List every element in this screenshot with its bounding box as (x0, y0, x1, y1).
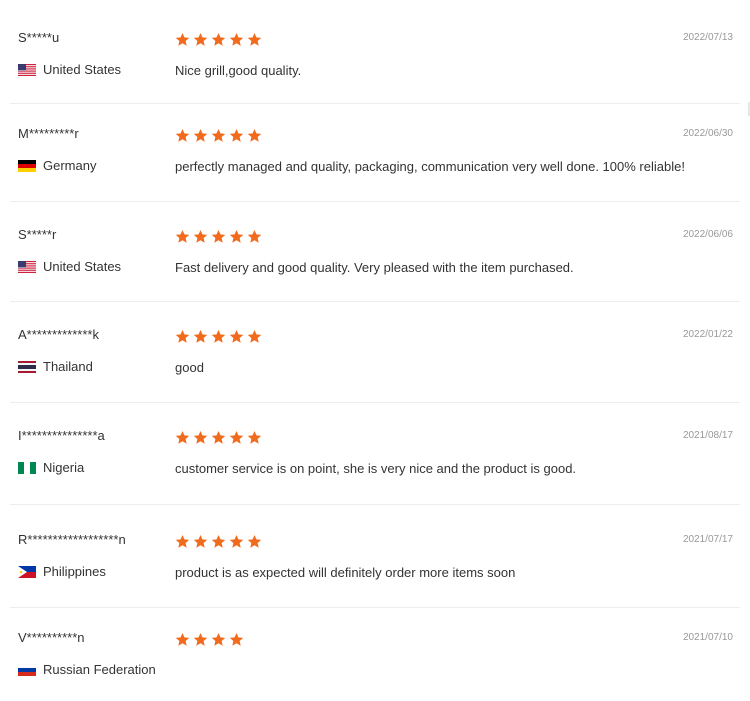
reviewer-country: Thailand (18, 359, 93, 374)
star-rating (175, 430, 265, 450)
star-icon (229, 632, 247, 652)
reviewer-country: Nigeria (18, 460, 84, 475)
star-icon (229, 329, 247, 349)
star-icon (193, 534, 211, 554)
star-icon (193, 32, 211, 52)
divider (10, 402, 740, 403)
star-icon (247, 329, 265, 349)
review-item: S*****r United States Fast delivery and go… (10, 227, 740, 302)
flag-ng-icon (18, 461, 36, 474)
country-name: Germany (43, 158, 97, 173)
reviewer-name: R******************n (18, 532, 126, 547)
star-icon (175, 128, 193, 148)
reviewer-country: Russian Federation (18, 662, 156, 677)
star-icon (247, 229, 265, 249)
reviewer-country: United States (18, 259, 121, 274)
review-comment: customer service is on point, she is ver… (175, 461, 577, 476)
review-date: 2022/07/13 (682, 32, 733, 43)
star-icon (193, 430, 211, 450)
reviewer-name: S*****r (18, 227, 57, 242)
star-icon (229, 430, 247, 450)
star-icon (193, 128, 211, 148)
reviewer-name: V**********n (18, 630, 85, 645)
star-icon (211, 32, 229, 52)
flag-us-icon (18, 260, 36, 273)
star-rating (175, 32, 265, 52)
divider (10, 504, 740, 505)
reviewer-name: S*****u (18, 30, 60, 45)
star-icon (247, 128, 265, 148)
star-icon (175, 229, 193, 249)
reviewer-country: United States (18, 62, 121, 77)
star-icon (211, 128, 229, 148)
review-date: 2022/06/06 (682, 229, 733, 240)
divider (10, 103, 740, 104)
star-icon (193, 329, 211, 349)
flag-us-icon (18, 63, 36, 76)
review-date: 2021/07/10 (682, 632, 733, 643)
star-icon (229, 229, 247, 249)
star-icon (175, 430, 193, 450)
country-name: Thailand (43, 359, 93, 374)
reviewer-country: Philippines (18, 564, 106, 579)
review-date: 2022/01/22 (682, 329, 733, 340)
star-icon (175, 534, 193, 554)
star-icon (193, 632, 211, 652)
star-rating (175, 329, 265, 349)
review-comment: Fast delivery and good quality. Very ple… (175, 260, 574, 275)
review-comment: product is as expected will definitely o… (175, 565, 516, 580)
divider (10, 201, 740, 202)
star-icon (229, 534, 247, 554)
star-icon (211, 329, 229, 349)
flag-th-icon (18, 360, 36, 373)
star-icon (193, 229, 211, 249)
country-name: Philippines (43, 564, 106, 579)
star-icon (211, 430, 229, 450)
review-date: 2021/08/17 (682, 430, 733, 441)
star-icon (229, 32, 247, 52)
reviewer-name: M*********r (18, 126, 79, 141)
review-item: M*********r Germany perfectly managed and … (10, 126, 740, 202)
review-item: R******************n Philippines product i… (10, 532, 740, 608)
star-icon (211, 534, 229, 554)
flag-de-icon (18, 159, 36, 172)
star-icon (247, 534, 265, 554)
country-name: United States (43, 259, 122, 274)
country-name: Russian Federation (43, 662, 156, 677)
flag-ph-icon (18, 565, 36, 578)
review-date: 2021/07/17 (682, 534, 733, 545)
divider (10, 607, 740, 608)
review-comment: good (175, 360, 204, 375)
star-icon (247, 430, 265, 450)
review-item: A*************k Thailand good 2022/01/22 (10, 327, 740, 403)
review-item: V**********n Russian Federation 2021/07/10 (10, 630, 740, 690)
review-comment: perfectly managed and quality, packaging… (175, 159, 685, 174)
star-rating (175, 534, 265, 554)
review-date: 2022/06/30 (682, 128, 733, 139)
country-name: United States (43, 62, 122, 77)
reviews-list: S*****u United States Nice grill,good qual… (0, 0, 750, 701)
review-item: I***************a Nigeria customer service… (10, 428, 740, 505)
star-icon (175, 32, 193, 52)
star-icon (247, 32, 265, 52)
star-icon (175, 632, 193, 652)
flag-ru-icon (18, 663, 36, 676)
star-rating (175, 229, 265, 249)
review-comment: Nice grill,good quality. (175, 63, 302, 78)
star-rating (175, 632, 247, 652)
star-icon (211, 229, 229, 249)
country-name: Nigeria (43, 460, 85, 475)
star-rating (175, 128, 265, 148)
reviewer-country: Germany (18, 158, 96, 173)
divider (10, 301, 740, 302)
reviewer-name: I***************a (18, 428, 105, 443)
star-icon (211, 632, 229, 652)
star-icon (229, 128, 247, 148)
review-item: S*****u United States Nice grill,good qual… (10, 30, 740, 104)
reviewer-name: A*************k (18, 327, 99, 342)
star-icon (175, 329, 193, 349)
